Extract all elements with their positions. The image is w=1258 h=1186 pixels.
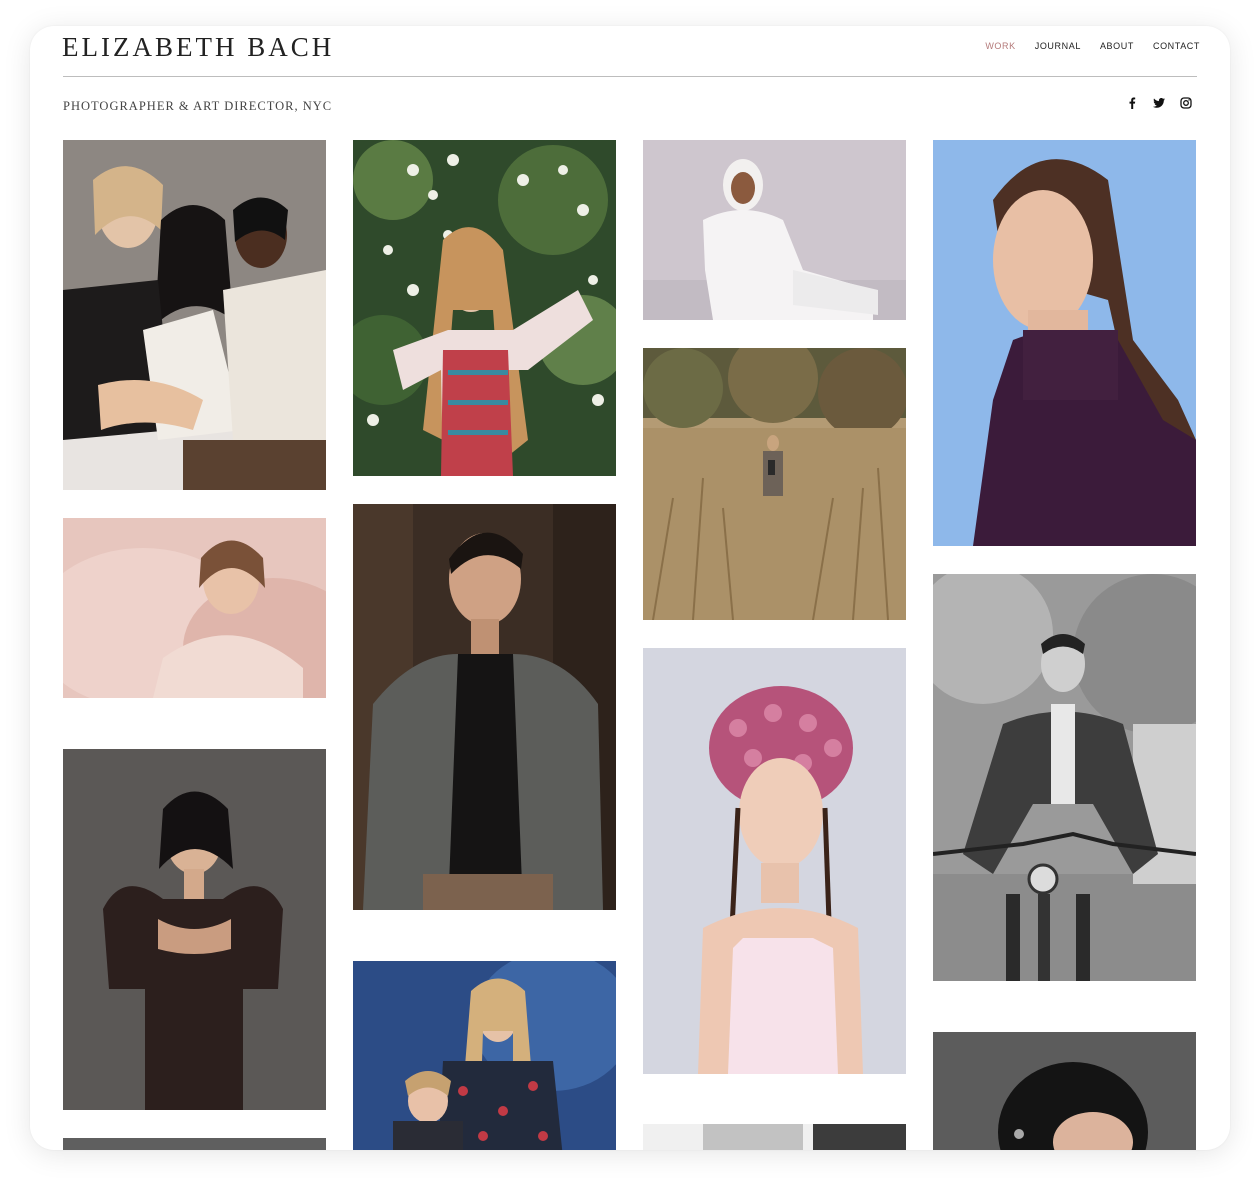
page-card: ELIZABETH BACH WORK JOURNAL ABOUT CONTAC… — [30, 26, 1230, 1150]
site-logo[interactable]: ELIZABETH BACH — [62, 32, 334, 62]
photo-blossom-tree[interactable] — [353, 140, 616, 476]
nav-journal[interactable]: JOURNAL — [1035, 41, 1081, 51]
photo-white-hijab[interactable] — [643, 140, 906, 320]
photo-dark-crop[interactable] — [63, 1138, 326, 1150]
photo-field-grass[interactable] — [643, 348, 906, 620]
header-divider — [63, 76, 1197, 77]
photo-man-plaid-blazer[interactable] — [353, 504, 616, 910]
photo-puff-sleeve-dress[interactable] — [63, 749, 326, 1110]
photo-three-models[interactable] — [63, 140, 326, 490]
photo-bicycle-bw[interactable] — [933, 574, 1196, 981]
facebook-icon[interactable] — [1125, 96, 1138, 109]
photo-two-models-blue[interactable] — [353, 961, 616, 1150]
instagram-icon[interactable] — [1179, 96, 1192, 109]
photo-bw-crop[interactable] — [643, 1124, 906, 1150]
photo-pink-feathers[interactable] — [63, 518, 326, 698]
nav-contact[interactable]: CONTACT — [1153, 41, 1200, 51]
twitter-icon[interactable] — [1152, 96, 1165, 109]
social-links — [1125, 96, 1192, 109]
main-nav: WORK JOURNAL ABOUT CONTACT — [985, 41, 1200, 51]
nav-work[interactable]: WORK — [985, 41, 1015, 51]
site-tagline: PHOTOGRAPHER & ART DIRECTOR, NYC — [63, 99, 333, 113]
photo-purple-turtleneck[interactable] — [933, 140, 1196, 546]
nav-about[interactable]: ABOUT — [1100, 41, 1134, 51]
photo-profile-grey[interactable] — [933, 1032, 1196, 1150]
photo-flower-headpiece[interactable] — [643, 648, 906, 1074]
